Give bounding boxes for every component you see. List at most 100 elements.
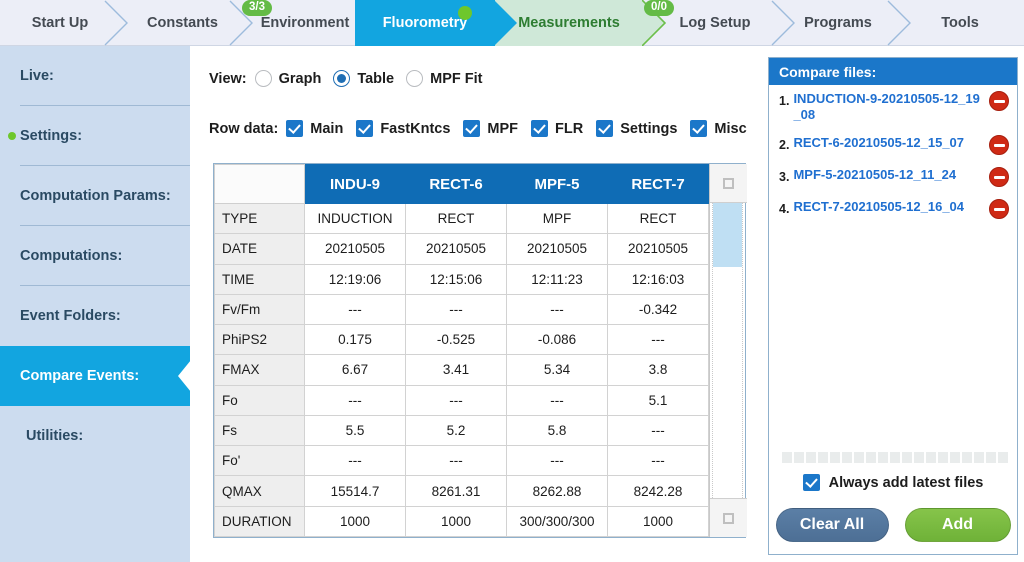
table-cell: 12:15:06 (405, 263, 507, 295)
view-option-label: MPF Fit (430, 70, 483, 87)
nav-separator (103, 0, 129, 46)
nav-tab-constants[interactable]: Constants (120, 0, 245, 46)
table-row-label: TYPE (214, 202, 305, 235)
table-cell: 12:11:23 (506, 263, 608, 295)
scroll-up-button[interactable] (710, 164, 747, 203)
view-option-label: Graph (278, 70, 322, 87)
sidebar-item-settings[interactable]: Settings: (0, 106, 190, 166)
radio-graph-icon[interactable] (254, 70, 272, 87)
table-cell: --- (506, 445, 608, 477)
nav-chevron-icon (494, 0, 518, 50)
rowdata-option-misc[interactable]: Misc (690, 120, 747, 137)
checkbox-fastkntcs-icon[interactable] (356, 120, 374, 137)
always-add-latest-row[interactable]: Always add latest files (769, 474, 1017, 491)
nav-badge-log-setup: 0/0 (644, 0, 674, 16)
table-cell: 5.34 (506, 354, 608, 386)
compare-file-item[interactable]: 4. RECT-7-20210505-12_16_04 (769, 193, 1017, 225)
remove-file-icon[interactable] (989, 167, 1009, 187)
sidebar-item-label: Computation Params: (20, 188, 171, 204)
nav-tab-fluorometry[interactable]: Fluorometry (355, 0, 517, 46)
nav-tab-label: Log Setup (679, 15, 751, 31)
scrollbar-track[interactable] (712, 203, 743, 498)
compare-file-item[interactable]: 3. MPF-5-20210505-12_11_24 (769, 161, 1017, 193)
remove-file-icon[interactable] (989, 135, 1009, 155)
table-row-label: Fv/Fm (214, 293, 305, 326)
sidebar-item-event-folders[interactable]: Event Folders: (0, 286, 190, 346)
clear-all-button[interactable]: Clear All (775, 508, 889, 542)
checkbox-always-add-latest-icon[interactable] (802, 474, 820, 491)
view-option-graph[interactable]: Graph (254, 70, 322, 87)
compare-file-link[interactable]: INDUCTION-9-20210505-12_19_08 (793, 91, 981, 123)
compare-file-link[interactable]: RECT-7-20210505-12_16_04 (793, 199, 964, 215)
table-cell: -0.086 (506, 324, 608, 356)
table-corner-cell (214, 164, 305, 204)
table-cell: 0.175 (304, 324, 406, 356)
checkbox-main-icon[interactable] (286, 120, 304, 137)
sidebar-item-label: Event Folders: (20, 308, 121, 324)
nav-separator (770, 0, 796, 46)
table-row: Fo --- --- --- 5.1 (214, 384, 709, 416)
radio-mpf-fit-icon[interactable] (406, 70, 424, 87)
rowdata-option-flr[interactable]: FLR (531, 120, 583, 137)
table-row: Fo' --- --- --- --- (214, 445, 709, 477)
table-row-label: Fs (214, 414, 305, 447)
table-cell: 5.1 (607, 384, 709, 416)
table-row: TYPE INDUCTION RECT MPF RECT (214, 202, 709, 235)
compare-file-item[interactable]: 1. INDUCTION-9-20210505-12_19_08 (769, 85, 1017, 129)
sidebar-item-compare-events[interactable]: Compare Events: (0, 346, 191, 406)
comparison-table: INDU-9 RECT-6 MPF-5 RECT-7 TYPE INDUCTIO… (214, 164, 709, 538)
table-cell: --- (607, 324, 709, 356)
always-add-latest-label: Always add latest files (828, 474, 984, 491)
radio-table-icon[interactable] (333, 70, 351, 87)
nav-tab-start-up[interactable]: Start Up (0, 0, 120, 46)
sidebar-item-live[interactable]: Live: (0, 46, 190, 106)
compare-file-link[interactable]: MPF-5-20210505-12_11_24 (793, 167, 956, 183)
checkbox-flr-icon[interactable] (531, 120, 549, 137)
table-vertical-scrollbar[interactable] (709, 164, 747, 537)
status-dot-icon (458, 6, 472, 20)
scroll-down-arrow-icon (723, 512, 734, 524)
add-button[interactable]: Add (904, 508, 1011, 542)
table-cell: 1000 (304, 505, 406, 538)
rowdata-option-fastkntcs[interactable]: FastKntcs (356, 120, 450, 137)
table-row: DURATION 1000 1000 300/300/300 1000 (214, 505, 709, 538)
remove-file-icon[interactable] (989, 199, 1009, 219)
nav-tab-label: Fluorometry (382, 15, 468, 31)
scroll-down-button[interactable] (710, 498, 747, 537)
table-column-header[interactable]: INDU-9 (304, 164, 406, 204)
table-cell: 300/300/300 (506, 505, 608, 538)
checkbox-settings-icon[interactable] (596, 120, 614, 137)
scroll-up-arrow-icon (723, 177, 734, 189)
table-column-header[interactable]: RECT-7 (607, 164, 709, 204)
table-column-header[interactable]: MPF-5 (506, 164, 608, 204)
table-cell: --- (506, 384, 608, 416)
nav-tab-log-setup[interactable]: Log Setup (660, 0, 770, 46)
table-cell: 1000 (607, 505, 709, 538)
table-row: PhiPS2 0.175 -0.525 -0.086 --- (214, 324, 709, 356)
sidebar-item-utilities[interactable]: Utilities: (0, 406, 190, 466)
checkbox-mpf-icon[interactable] (463, 120, 481, 137)
rowdata-option-mpf[interactable]: MPF (463, 120, 518, 137)
sidebar-item-computations[interactable]: Computations: (0, 226, 190, 286)
table-cell: INDUCTION (304, 202, 406, 235)
table-cell: 12:16:03 (607, 263, 709, 295)
compare-file-index: 4. (779, 202, 790, 216)
nav-tab-tools[interactable]: Tools (905, 0, 1015, 46)
view-option-table[interactable]: Table (333, 70, 394, 87)
table-cell: 20210505 (405, 233, 507, 265)
table-cell: 3.8 (607, 354, 709, 386)
nav-tab-programs[interactable]: Programs (783, 0, 893, 46)
compare-horizontal-scrollbar[interactable] (782, 452, 1010, 463)
scrollbar-thumb[interactable] (713, 203, 742, 267)
compare-file-link[interactable]: RECT-6-20210505-12_15_07 (793, 135, 964, 151)
table-column-header[interactable]: RECT-6 (405, 164, 507, 204)
compare-file-item[interactable]: 2. RECT-6-20210505-12_15_07 (769, 129, 1017, 161)
sidebar-active-notch-icon (177, 346, 191, 406)
remove-file-icon[interactable] (989, 91, 1009, 111)
rowdata-option-settings[interactable]: Settings (596, 120, 677, 137)
rowdata-option-main[interactable]: Main (286, 120, 343, 137)
table-cell: MPF (506, 202, 608, 235)
sidebar-item-computation-params[interactable]: Computation Params: (0, 166, 190, 226)
view-option-mpf-fit[interactable]: MPF Fit (406, 70, 482, 87)
checkbox-misc-icon[interactable] (690, 120, 708, 137)
